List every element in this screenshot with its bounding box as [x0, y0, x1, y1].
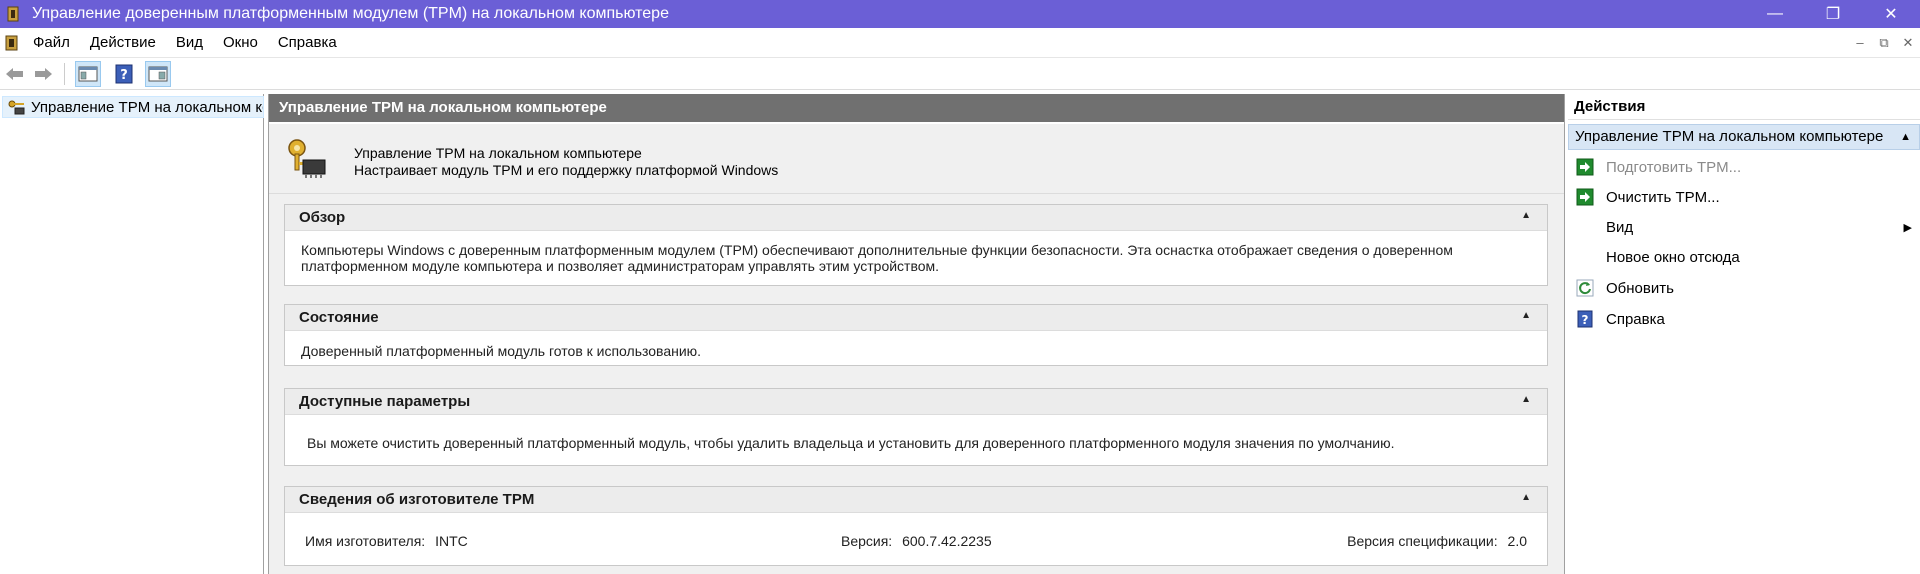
green-arrow-icon: [1576, 158, 1594, 176]
console-tree: Управление TPM на локальном кс: [0, 94, 264, 574]
section-title: Состояние: [299, 309, 379, 326]
action-label: Вид: [1606, 218, 1634, 236]
help-icon: ?: [115, 64, 133, 83]
maximize-button[interactable]: ❐: [1804, 0, 1862, 28]
options-text: Вы можете очистить доверенный платформен…: [307, 435, 1395, 451]
menu-help[interactable]: Справка: [268, 28, 347, 58]
section-overview-header[interactable]: Обзор ▲: [285, 205, 1547, 231]
mdi-minimize-button[interactable]: –: [1848, 28, 1872, 58]
forward-button[interactable]: [30, 61, 56, 87]
results-pane-body: Управление TPM на локальном компьютере Н…: [269, 124, 1564, 574]
show-hide-tree-button[interactable]: [75, 60, 101, 87]
collapse-icon[interactable]: ▲: [1521, 310, 1531, 321]
title-bar: Управление доверенным платформенным моду…: [0, 0, 1920, 28]
manufacturer-name-row: Имя изготовителя: INTC: [305, 533, 468, 549]
back-button[interactable]: [2, 61, 28, 87]
green-arrow-icon: [1576, 188, 1594, 206]
section-title: Обзор: [299, 209, 346, 226]
collapse-icon[interactable]: ▲: [1900, 125, 1911, 149]
menu-file[interactable]: Файл: [23, 28, 80, 58]
action-clear-tpm[interactable]: Очистить TPM...: [1568, 184, 1920, 210]
version-label: Версия:: [841, 533, 893, 549]
menu-bar: Файл Действие Вид Окно Справка – ⧉ ✕: [0, 28, 1920, 58]
actions-header: Действия: [1568, 94, 1920, 120]
manufacturer-name-value: INTC: [435, 533, 468, 549]
action-label: Новое окно отсюда: [1606, 248, 1740, 266]
section-status: Состояние ▲ Доверенный платформенный мод…: [284, 304, 1548, 366]
collapse-icon[interactable]: ▲: [1521, 210, 1531, 221]
mdi-restore-button[interactable]: ⧉: [1872, 28, 1896, 58]
minimize-button[interactable]: —: [1746, 0, 1804, 28]
tree-item-tpm-root[interactable]: Управление TPM на локальном кс: [2, 96, 264, 118]
section-available-options: Доступные параметры ▲ Вы можете очистить…: [284, 388, 1548, 466]
tpm-keys-large-icon: [283, 136, 329, 182]
overview-text-2: платформенном модуле компьютера и позвол…: [301, 258, 940, 274]
version-row: Версия: 600.7.42.2235: [841, 533, 992, 549]
section-manufacturer-header[interactable]: Сведения об изготовителе TPM ▲: [285, 487, 1547, 513]
results-pane-header: Управление TPM на локальном компьютере: [269, 94, 1564, 122]
actions-group-tpm[interactable]: Управление TPM на локальном компьютере ▲: [1568, 124, 1920, 150]
toolbar-separator: [64, 62, 65, 85]
section-manufacturer-info: Сведения об изготовителе TPM ▲ Имя изгот…: [284, 486, 1548, 566]
section-title: Сведения об изготовителе TPM: [299, 491, 535, 508]
intro-title: Управление TPM на локальном компьютере: [354, 145, 642, 161]
toolbar: ?: [0, 58, 1920, 90]
tpm-keys-icon: [6, 99, 26, 115]
mdi-close-button[interactable]: ✕: [1896, 28, 1920, 58]
spec-version-row: Версия спецификации: 2.0: [1347, 533, 1527, 549]
action-label: Обновить: [1606, 279, 1674, 297]
menu-window[interactable]: Окно: [213, 28, 268, 58]
section-overview: Обзор ▲ Компьютеры Windows с доверенным …: [284, 204, 1548, 286]
document-icon[interactable]: [3, 33, 23, 53]
intro-description: Настраивает модуль TPM и его поддержку п…: [354, 162, 779, 178]
tpm-app-icon: [6, 5, 24, 23]
show-hide-action-pane-button[interactable]: [145, 60, 171, 87]
action-view[interactable]: Вид ▶: [1568, 214, 1920, 240]
svg-text:?: ?: [1582, 313, 1589, 327]
section-options-header[interactable]: Доступные параметры ▲: [285, 389, 1547, 415]
section-title: Доступные параметры: [299, 393, 471, 410]
help-button[interactable]: ?: [111, 61, 137, 87]
overview-text-1: Компьютеры Windows с доверенным платформ…: [301, 242, 1453, 258]
collapse-icon[interactable]: ▲: [1521, 492, 1531, 503]
manufacturer-name-label: Имя изготовителя:: [305, 533, 426, 549]
back-arrow-icon: [6, 67, 23, 80]
forward-arrow-icon: [35, 67, 52, 80]
menu-action[interactable]: Действие: [80, 28, 166, 58]
action-prepare-tpm[interactable]: Подготовить TPM...: [1568, 154, 1920, 180]
section-status-header[interactable]: Состояние ▲: [285, 305, 1547, 331]
action-label: Очистить TPM...: [1606, 188, 1720, 206]
intro-panel: Управление TPM на локальном компьютере Н…: [269, 124, 1564, 194]
show-hide-action-pane-icon: [148, 66, 168, 81]
window-title: Управление доверенным платформенным моду…: [32, 5, 669, 22]
spec-version-label: Версия спецификации:: [1347, 533, 1498, 549]
help-icon: ?: [1577, 310, 1593, 328]
action-label: Справка: [1606, 310, 1665, 328]
actions-group-label: Управление TPM на локальном компьютере: [1575, 128, 1884, 145]
action-help[interactable]: ? Справка: [1568, 306, 1920, 332]
menu-view[interactable]: Вид: [166, 28, 213, 58]
close-button[interactable]: ✕: [1862, 0, 1920, 28]
tree-item-label: Управление TPM на локальном кс: [31, 98, 264, 116]
actions-pane: Действия Управление TPM на локальном ком…: [1568, 94, 1920, 574]
action-label: Подготовить TPM...: [1606, 158, 1742, 176]
status-text: Доверенный платформенный модуль готов к …: [301, 343, 702, 359]
action-refresh[interactable]: Обновить: [1568, 275, 1920, 301]
spec-version-value: 2.0: [1507, 533, 1527, 549]
show-hide-tree-icon: [78, 66, 98, 81]
collapse-icon[interactable]: ▲: [1521, 394, 1531, 405]
svg-text:?: ?: [120, 68, 128, 83]
action-new-window[interactable]: Новое окно отсюда: [1568, 244, 1920, 270]
refresh-icon: [1576, 279, 1594, 297]
submenu-arrow-icon: ▶: [1903, 221, 1912, 234]
results-pane: Управление TPM на локальном компьютере У…: [268, 94, 1565, 574]
version-value: 600.7.42.2235: [902, 533, 992, 549]
